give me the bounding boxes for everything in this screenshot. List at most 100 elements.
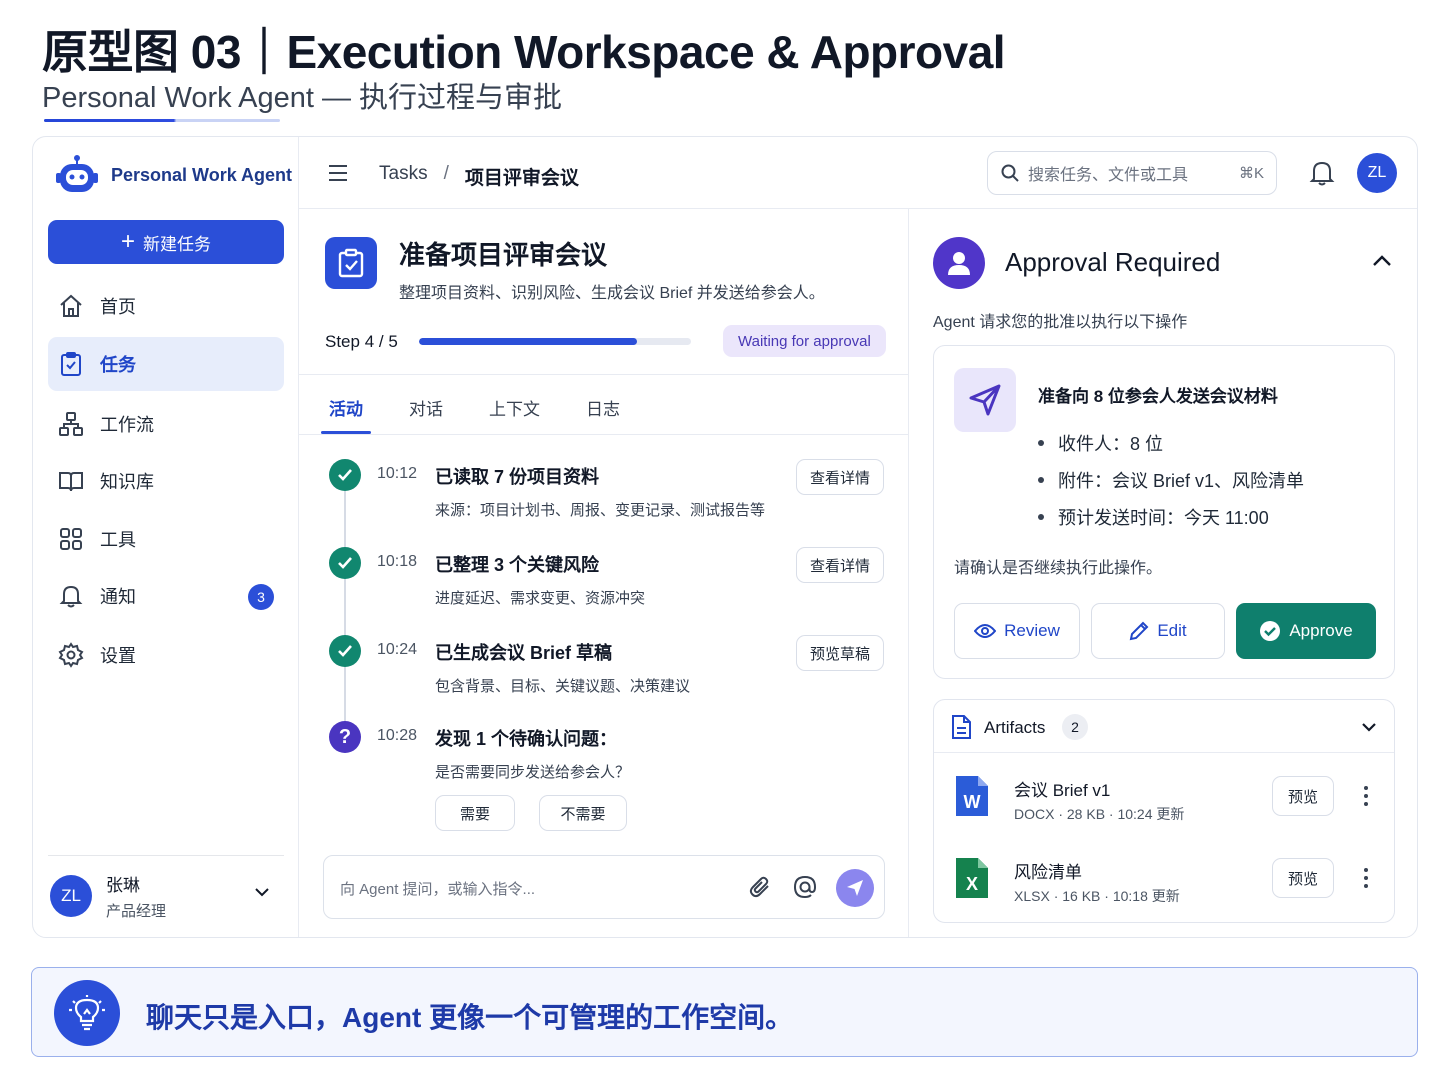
task-description: 整理项目资料、识别风险、生成会议 Brief 并发送给参会人。 [399,285,825,302]
mention-icon[interactable] [792,874,818,900]
clipboard-check-icon [61,352,81,376]
divider [299,374,909,375]
topbar: Tasks / 项目评审会议 搜索任务、文件或工具 ⌘K ZL [299,137,1417,209]
more-vertical-icon[interactable] [1358,784,1374,808]
timeline-title: 已整理 3 个关键风险 [435,555,600,575]
brand-name: Personal Work Agent [111,164,293,185]
top-avatar[interactable]: ZL [1357,153,1397,193]
chevron-down-icon[interactable] [253,883,271,901]
breadcrumb-separator: / [443,163,449,184]
timeline-title: 发现 1 个待确认问题： [435,729,618,749]
sidebar-item-label: 知识库 [100,472,154,492]
pencil-icon [1130,621,1149,641]
progress-bar [419,338,691,345]
sidebar-item-label: 通知 [100,587,136,607]
timeline-time: 10:12 [377,465,418,482]
sidebar-item-settings[interactable]: 设置 [48,628,284,682]
tab-conversation[interactable]: 对话 [401,395,451,420]
user-profile[interactable]: ZL 张琳 产品经理 [50,871,166,921]
tab-context[interactable]: 上下文 [481,395,548,420]
chevron-down-icon[interactable] [1360,720,1378,734]
check-circle-icon [1260,621,1281,641]
app-window: Personal Work Agent + 新建任务 首页 任务 工作流 知识库… [32,136,1418,938]
chat-input-placeholder: 向 Agent 提问，或输入指令... [340,881,536,898]
artifacts-card: Artifacts 2 W 会议 Brief v1 DOCX · 28 KB ·… [933,699,1395,923]
approve-button[interactable]: Approve [1236,603,1376,659]
artifacts-count-badge: 2 [1062,714,1088,740]
eye-icon [974,624,997,638]
edit-button[interactable]: Edit [1091,603,1225,659]
artifact-row[interactable]: X 风险清单 XLSX · 16 KB · 10:18 更新 预览 [934,852,1394,922]
breadcrumb-tasks[interactable]: Tasks [379,163,428,190]
breadcrumb-current: 项目评审会议 [464,168,579,189]
chevron-up-icon[interactable] [1371,253,1393,269]
send-button[interactable] [836,869,874,907]
view-details-button[interactable]: 查看详情 [796,459,884,495]
timeline-connector [344,491,346,731]
preview-button[interactable]: 预览 [1272,858,1334,898]
tab-log[interactable]: 日志 [578,395,628,420]
notification-bell-icon[interactable] [1309,159,1335,187]
sidebar-item-label: 设置 [100,646,136,666]
search-input[interactable]: 搜索任务、文件或工具 ⌘K [987,151,1277,195]
search-icon [1001,164,1019,182]
search-placeholder: 搜索任务、文件或工具 [1028,167,1189,184]
search-shortcut: ⌘K [1238,165,1264,182]
check-circle-icon [329,635,361,667]
timeline-title: 已读取 7 份项目资料 [435,467,600,487]
timeline-subtitle: 包含背景、目标、关键议题、决策建议 [435,678,691,695]
sidebar: Personal Work Agent + 新建任务 首页 任务 工作流 知识库… [33,137,299,937]
approval-confirm-text: 请确认是否继续执行此操作。 [954,560,1163,577]
home-icon [60,294,82,317]
word-file-icon: W [956,776,988,816]
task-panel: 准备项目评审会议 整理项目资料、识别风险、生成会议 Brief 并发送给参会人。… [299,209,909,937]
divider [299,434,909,435]
review-label: Review [1004,621,1060,640]
approval-description: Agent 请求您的批准以执行以下操作 [933,314,1188,331]
review-button[interactable]: Review [954,603,1080,659]
book-icon [59,472,83,492]
word-file-letter: W [964,792,981,812]
detail-send-time: 预计发送时间：今天 11:00 [1038,498,1304,535]
brand[interactable]: Personal Work Agent [55,153,292,197]
more-vertical-icon[interactable] [1358,866,1374,890]
excel-file-icon: X [956,858,988,898]
sidebar-item-tasks[interactable]: 任务 [48,337,284,391]
approval-details: 收件人：8 位 附件：会议 Brief v1、风险清单 预计发送时间：今天 11… [1038,424,1304,535]
gear-icon [58,642,84,668]
question-circle-icon: ? [329,721,361,753]
choice-no-button[interactable]: 不需要 [539,795,627,831]
divider [934,752,1394,753]
paperclip-icon[interactable] [748,875,772,899]
sidebar-item-tools[interactable]: 工具 [48,512,284,566]
sidebar-item-label: 任务 [100,355,136,375]
chat-input[interactable]: 向 Agent 提问，或输入指令... [323,855,885,919]
timeline-subtitle: 进度延迟、需求变更、资源冲突 [435,590,646,607]
page-subtitle: Personal Work Agent — 执行过程与审批 [42,82,563,114]
sidebar-item-knowledge[interactable]: 知识库 [48,454,284,508]
artifact-row[interactable]: W 会议 Brief v1 DOCX · 28 KB · 10:24 更新 预览 [934,770,1394,840]
sidebar-item-workflow[interactable]: 工作流 [48,397,284,451]
menu-icon[interactable] [327,163,349,183]
task-title: 准备项目评审会议 [399,240,608,270]
sidebar-item-label: 工具 [100,530,136,550]
new-task-button[interactable]: + 新建任务 [48,220,284,264]
sidebar-divider [48,855,284,856]
preview-button[interactable]: 预览 [1272,776,1334,816]
view-details-button[interactable]: 查看详情 [796,547,884,583]
user-role: 产品经理 [106,903,167,920]
timeline-time: 10:18 [377,553,418,570]
sidebar-item-home[interactable]: 首页 [48,279,284,333]
choice-yes-button[interactable]: 需要 [435,795,515,831]
insight-banner: 聊天只是入口，Agent 更像一个可管理的工作空间。 [31,967,1418,1057]
excel-file-letter: X [966,874,978,894]
approval-card: 准备向 8 位参会人发送会议材料 收件人：8 位 附件：会议 Brief v1、… [933,345,1395,679]
preview-draft-button[interactable]: 预览草稿 [796,635,884,671]
tab-activity[interactable]: 活动 [321,395,371,434]
sidebar-item-notifications[interactable]: 通知 3 [48,569,284,623]
progress-fill [419,338,637,345]
lightbulb-icon [54,980,120,1046]
user-name: 张琳 [106,876,140,895]
user-icon [933,237,985,289]
avatar: ZL [50,875,92,917]
